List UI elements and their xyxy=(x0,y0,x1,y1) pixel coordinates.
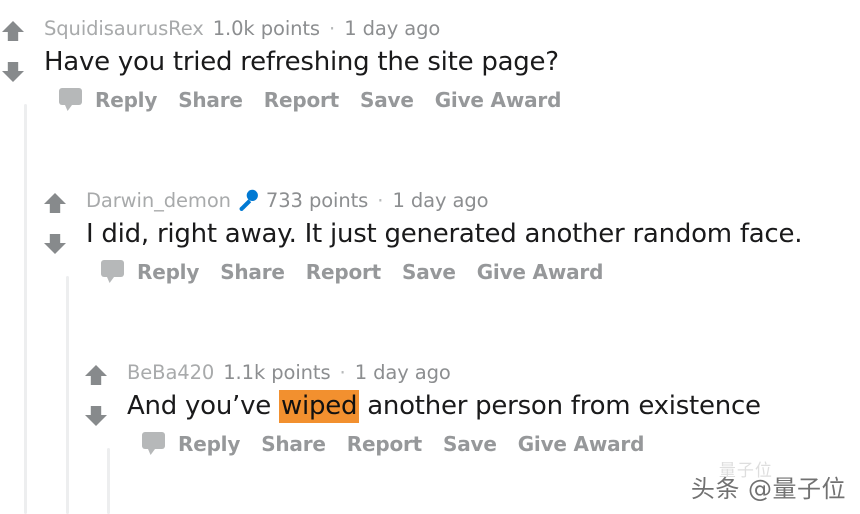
comment-body-column: Darwin_demon 733 points · 1 day ago I di… xyxy=(86,186,860,285)
comment-bubble-icon[interactable] xyxy=(142,432,165,456)
microphone-icon xyxy=(238,188,260,212)
meta-separator: · xyxy=(377,188,384,212)
thread-line-depth-2[interactable] xyxy=(107,448,110,514)
comment-timestamp: 1 day ago xyxy=(392,188,489,212)
reply-button[interactable]: Reply xyxy=(178,432,240,456)
comment-meta-row: BeBa420 1.1k points · 1 day ago xyxy=(127,358,860,386)
reply-button[interactable]: Reply xyxy=(137,260,199,284)
comment-points: 1.1k points xyxy=(223,360,331,384)
downvote-arrow-icon[interactable] xyxy=(42,230,86,256)
comment-text-segment: another person from existence xyxy=(359,391,761,421)
comment-timestamp: 1 day ago xyxy=(344,16,441,40)
comment-thread-item: Darwin_demon 733 points · 1 day ago I di… xyxy=(0,186,860,284)
give-award-button[interactable]: Give Award xyxy=(435,88,562,112)
share-button[interactable]: Share xyxy=(220,260,285,284)
comment-body-column: BeBa420 1.1k points · 1 day ago And you’… xyxy=(127,358,860,457)
comment-action-row: Reply Share Report Save Give Award xyxy=(44,88,860,112)
vote-column xyxy=(42,186,86,256)
upvote-arrow-icon[interactable] xyxy=(0,19,44,45)
comment-bubble-icon[interactable] xyxy=(101,260,124,284)
meta-separator: · xyxy=(339,360,346,384)
comment-points: 1.0k points xyxy=(212,16,320,40)
save-button[interactable]: Save xyxy=(402,260,456,284)
comment-text-segment: Have you tried refreshing the site page? xyxy=(44,47,559,77)
save-button[interactable]: Save xyxy=(360,88,414,112)
comment-thread-item: BeBa420 1.1k points · 1 day ago And you’… xyxy=(0,358,860,456)
comment-timestamp: 1 day ago xyxy=(354,360,451,384)
give-award-button[interactable]: Give Award xyxy=(477,260,604,284)
reply-button[interactable]: Reply xyxy=(95,88,157,112)
comment-points: 733 points xyxy=(265,188,369,212)
report-button[interactable]: Report xyxy=(264,88,339,112)
highlighted-word: wiped xyxy=(278,390,360,423)
comment-action-row: Reply Share Report Save Give Award xyxy=(86,260,860,284)
comment-text: Have you tried refreshing the site page? xyxy=(44,45,860,79)
comment-text: I did, right away. It just generated ano… xyxy=(86,217,860,251)
comment-text-segment: And you’ve xyxy=(127,391,279,421)
report-button[interactable]: Report xyxy=(347,432,422,456)
comment-author[interactable]: SquidisaurusRex xyxy=(44,17,204,40)
vote-column xyxy=(83,358,127,428)
comment-text-segment: I did, right away. It just generated ano… xyxy=(86,219,803,249)
upvote-arrow-icon[interactable] xyxy=(42,191,86,217)
report-button[interactable]: Report xyxy=(306,260,381,284)
upvote-arrow-icon[interactable] xyxy=(83,363,127,389)
comment-action-row: Reply Share Report Save Give Award xyxy=(127,432,860,456)
downvote-arrow-icon[interactable] xyxy=(83,402,127,428)
comment-author[interactable]: BeBa420 xyxy=(127,361,214,384)
comment-text: And you’ve wiped another person from exi… xyxy=(127,389,860,423)
meta-separator: · xyxy=(329,16,336,40)
comment-thread-item: SquidisaurusRex 1.0k points · 1 day ago … xyxy=(0,14,860,112)
comment-meta-row: Darwin_demon 733 points · 1 day ago xyxy=(86,186,860,214)
comment-bubble-icon[interactable] xyxy=(59,88,82,112)
give-award-button[interactable]: Give Award xyxy=(518,432,645,456)
comment-body-column: SquidisaurusRex 1.0k points · 1 day ago … xyxy=(44,14,860,113)
comment-meta-row: SquidisaurusRex 1.0k points · 1 day ago xyxy=(44,14,860,42)
comment-author[interactable]: Darwin_demon xyxy=(86,189,231,212)
watermark: 量子位 头条 @量子位 xyxy=(691,461,846,504)
vote-column xyxy=(0,14,44,84)
share-button[interactable]: Share xyxy=(261,432,326,456)
share-button[interactable]: Share xyxy=(178,88,243,112)
save-button[interactable]: Save xyxy=(443,432,497,456)
watermark-ghost-text: 量子位 xyxy=(718,461,773,481)
downvote-arrow-icon[interactable] xyxy=(0,58,44,84)
